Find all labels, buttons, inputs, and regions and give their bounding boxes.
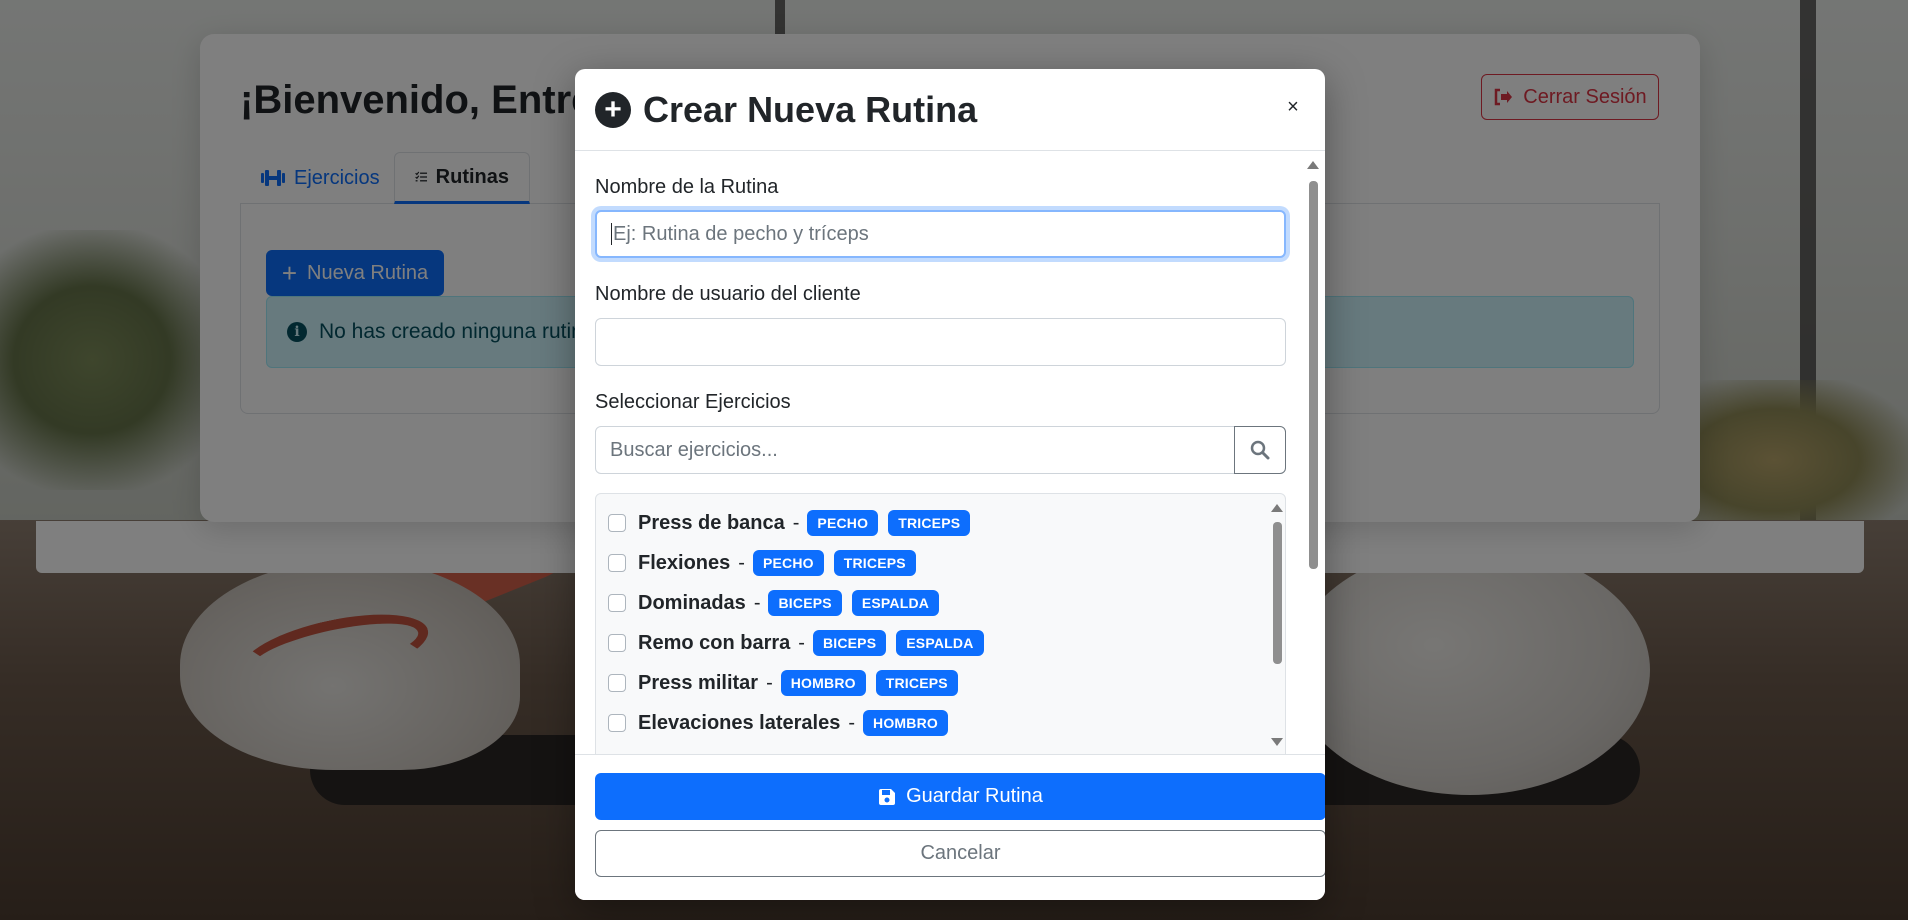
exercise-name: Press militar [638,671,759,694]
routine-name-label: Nombre de la Rutina [595,176,779,198]
save-routine-label: Guardar Rutina [906,785,1043,807]
exercise-checkbox[interactable] [608,674,626,692]
search-icon [1250,440,1270,460]
separator: - [738,551,745,574]
muscle-badge: TRICEPS [888,510,971,536]
muscle-badge: PECHO [807,510,879,536]
muscle-badge: HOMBRO [780,670,866,696]
separator: - [766,671,773,694]
close-icon[interactable]: × [1281,95,1305,119]
modal-footer: Guardar Rutina Cancelar [575,754,1325,900]
muscle-badge: ESPALDA [851,590,940,616]
exercise-item[interactable]: Elevaciones laterales - HOMBRO [608,706,958,740]
exercise-name: Remo con barra [638,631,791,654]
search-button[interactable] [1234,426,1286,474]
floppy-disk-icon [879,788,896,805]
exercise-checkbox[interactable] [608,514,626,532]
exercise-checkbox[interactable] [608,714,626,732]
muscle-badge: BICEPS [812,630,887,656]
list-scrollbar-thumb[interactable] [1273,522,1282,664]
separator: - [792,511,800,534]
exercise-checkbox[interactable] [608,594,626,612]
client-username-label: Nombre de usuario del cliente [595,283,861,305]
exercise-name: Press de banca [638,511,785,534]
exercise-list: Press de banca - PECHO TRICEPS Flexiones… [595,493,1286,754]
exercise-search-input[interactable]: Buscar ejercicios... [595,426,1235,474]
list-scroll-up-arrow[interactable] [1271,504,1283,512]
modal-header: + Crear Nueva Rutina × [575,69,1325,151]
exercise-item[interactable]: Press militar - HOMBRO TRICEPS [608,666,968,700]
muscle-badge: TRICEPS [833,550,916,576]
muscle-badge: HOMBRO [863,710,949,736]
modal-body: Nombre de la Rutina Ej: Rutina de pecho … [575,152,1325,754]
separator: - [753,591,761,614]
muscle-badge: TRICEPS [875,670,958,696]
modal-scroll-up-arrow[interactable] [1307,161,1319,169]
modal-title-text: Crear Nueva Rutina [643,89,978,130]
exercise-checkbox[interactable] [608,634,626,652]
text-caret [611,223,612,245]
muscle-badge: PECHO [752,550,824,576]
exercise-search-group: Buscar ejercicios... [595,426,1286,474]
cancel-button[interactable]: Cancelar [595,830,1325,877]
exercise-item[interactable]: Dominadas - BICEPS ESPALDA [608,586,949,620]
exercise-item[interactable]: Flexiones - PECHO TRICEPS [608,546,926,580]
exercise-name: Elevaciones laterales [638,711,841,734]
list-scroll-down-arrow[interactable] [1271,738,1283,746]
separator: - [798,631,805,654]
muscle-badge: BICEPS [768,590,842,616]
exercises-label: Seleccionar Ejercicios [595,391,791,413]
routine-name-input[interactable]: Ej: Rutina de pecho y tríceps [595,210,1286,258]
exercise-name: Dominadas [638,591,746,614]
exercise-name: Flexiones [638,551,731,574]
plus-circle-icon: + [595,92,631,128]
exercise-checkbox[interactable] [608,554,626,572]
save-routine-button[interactable]: Guardar Rutina [595,773,1325,820]
exercise-item[interactable]: Remo con barra - BICEPS ESPALDA [608,626,994,660]
modal-scrollbar-thumb[interactable] [1309,181,1318,569]
exercise-item[interactable]: Press de banca - PECHO TRICEPS [608,506,980,540]
separator: - [848,711,856,734]
routine-name-placeholder: Ej: Rutina de pecho y tríceps [613,222,869,245]
modal-title: + Crear Nueva Rutina [595,89,977,131]
client-username-input[interactable] [595,318,1286,366]
create-routine-modal: + Crear Nueva Rutina × Nombre de la Ruti… [575,69,1325,900]
muscle-badge: ESPALDA [896,630,984,656]
